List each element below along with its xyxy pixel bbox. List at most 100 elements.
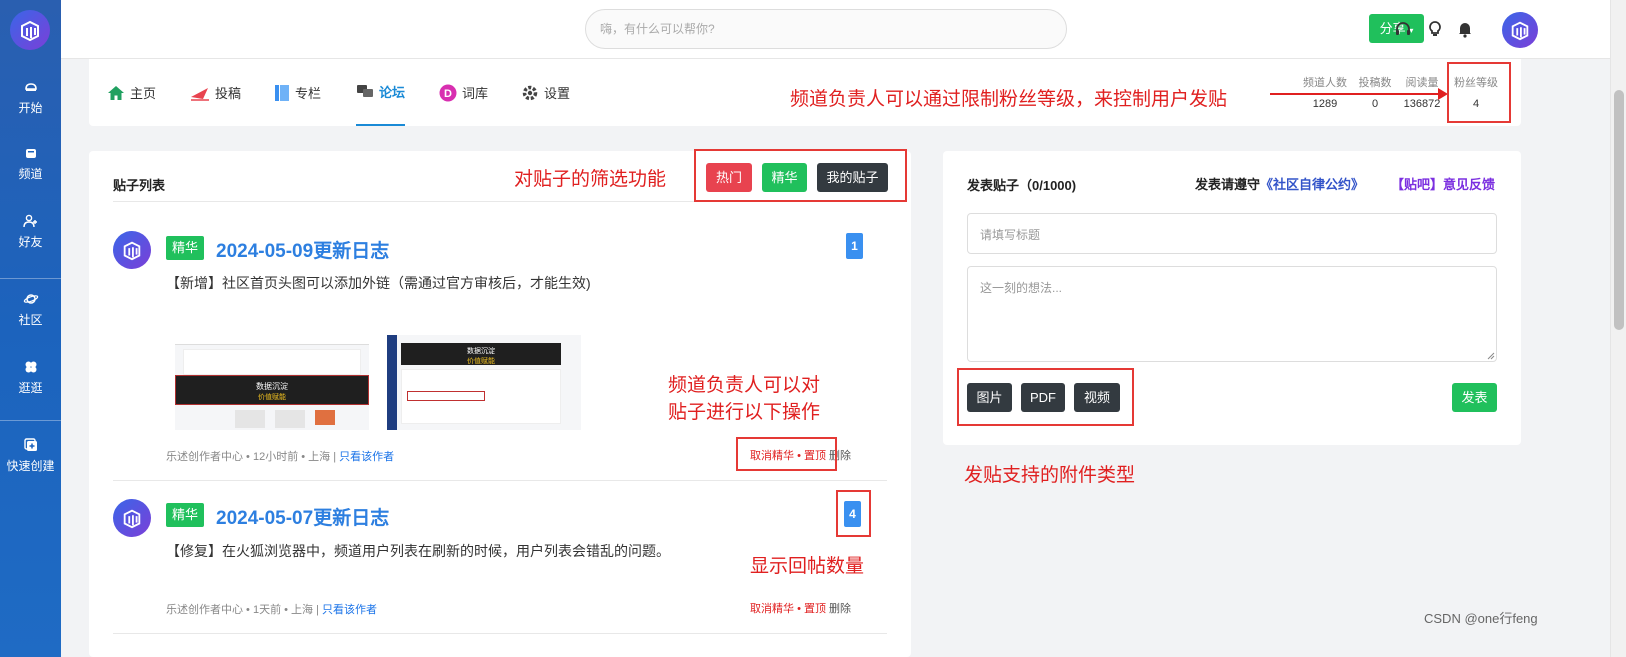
post-content: 【修复】在火狐浏览器中，频道用户列表在刷新的时候，用户列表会错乱的问题。 [166,543,670,559]
forum-icon [357,84,373,97]
post-image[interactable]: 数据沉淀 价值赋能 [175,335,369,430]
gear-icon [522,85,538,100]
sidebar-item-friends[interactable]: 好友 [0,214,61,250]
feedback-link[interactable]: 【贴吧】意见反馈 [1391,174,1495,193]
top-bar: 嗨，有什么可以帮你? 分享 ▾ [61,0,1610,59]
image-banner-sub: 价值赋能 [467,358,495,365]
post-content: 【新增】社区首页头图可以添加外链（需通过官方审核后，才能生效) [166,275,591,291]
tab-label: 设置 [544,86,571,101]
publish-button[interactable]: 发表 [1452,383,1497,412]
post-title[interactable]: 2024-05-09更新日志 [216,236,389,263]
sidebar-item-label: 开始 [18,101,43,115]
annotation-filter: 对贴子的筛选功能 [514,168,667,190]
sidebar-item-label: 社区 [18,313,43,327]
compose-rules: 发表请遵守《社区自律公约》 [1195,174,1364,193]
clover-icon [25,361,36,373]
bell-icon[interactable] [1457,20,1473,38]
post-list-title: 贴子列表 [113,178,166,193]
divider [113,633,887,634]
sidebar-divider [0,420,61,421]
app-logo[interactable] [10,10,50,50]
pin-button[interactable]: 置顶 [804,603,826,615]
tab-label: 主页 [130,86,157,101]
sidebar-item-label: 逛逛 [18,381,43,395]
op-separator: • [797,603,801,615]
lightbulb-icon[interactable] [1427,20,1443,38]
sidebar-item-quick-create[interactable]: 快速创建 [0,438,61,474]
reply-count-badge: 1 [846,233,863,259]
annotation-box-filter [694,149,907,202]
watermark: CSDN @one行feng [1424,611,1538,626]
image-banner-text: 数据沉淀 [467,348,495,355]
rules-link[interactable]: 《社区自律公约》 [1260,177,1364,192]
annotation-box-ops [736,437,837,471]
avatar[interactable] [113,499,151,537]
paper-plane-icon [191,87,209,101]
only-author-link[interactable]: 只看该作者 [322,604,377,616]
only-author-link[interactable]: 只看该作者 [339,451,394,463]
tab-settings[interactable]: 设置 [521,59,570,126]
annotation-reply-count: 显示回帖数量 [750,555,865,577]
book-icon [275,84,289,101]
tab-column[interactable]: 专栏 [274,59,321,126]
sidebar-item-community[interactable]: 社区 [0,292,61,328]
channel-icon [25,149,36,158]
annotation-ops-line: 贴子进行以下操作 [668,401,821,423]
dict-icon: D [439,84,457,101]
sidebar-item-explore[interactable]: 逛逛 [0,360,61,396]
meta-text: 乐述创作者中心 • 1天前 • 上海 | [166,604,319,616]
post-meta: 乐述创作者中心 • 1天前 • 上海 | 只看该作者 [166,601,377,617]
post-meta: 乐述创作者中心 • 12小时前 • 上海 | 只看该作者 [166,448,394,464]
annotation-box-fan-level [1447,62,1511,123]
post-ops: 取消精华 • 置顶 删除 [750,600,851,616]
featured-badge: 精华 [166,503,205,527]
tab-label: 专栏 [295,86,322,101]
svg-text:D: D [444,88,452,100]
sidebar-divider [0,278,61,279]
meta-text: 乐述创作者中心 • 12小时前 • 上海 | [166,451,337,463]
planet-icon [23,294,38,304]
sidebar-item-label: 频道 [18,167,43,181]
annotation-box-attachments [957,368,1134,426]
annotation-attachments: 发贴支持的附件类型 [964,464,1136,486]
compose-title: 发表贴子（0/1000) [967,178,1077,193]
headset-icon[interactable] [1394,20,1412,38]
title-input[interactable]: 请填写标题 [967,213,1497,254]
tab-dictionary[interactable]: D 词库 [439,59,488,126]
unfeature-button[interactable]: 取消精华 [750,603,794,615]
tab-home[interactable]: 主页 [107,59,156,126]
page-scrollbar[interactable] [1610,0,1626,657]
sidebar-item-channel[interactable]: 频道 [0,146,61,182]
annotation-box-reply-count [836,490,871,537]
home-icon [108,85,124,100]
tab-label: 词库 [462,86,489,101]
user-avatar[interactable] [1502,12,1538,48]
tab-forum[interactable]: 论坛 [356,59,406,126]
sidebar-item-start[interactable]: 开始 [0,80,61,116]
post-image[interactable]: 数据沉淀 价值赋能 [387,335,581,430]
sidebar-item-label: 好友 [18,235,43,249]
divider [113,480,887,481]
delete-button[interactable]: 删除 [829,603,851,615]
resize-handle-icon[interactable] [1487,352,1495,360]
scrollbar-thumb[interactable] [1614,90,1624,330]
image-banner-sub: 价值赋能 [258,394,286,401]
post-title[interactable]: 2024-05-07更新日志 [216,503,389,530]
annotation-ops: 频道负责人可以对 贴子进行以下操作 [668,372,820,426]
sidebar-item-label: 快速创建 [6,459,55,473]
search-input[interactable]: 嗨，有什么可以帮你? [585,9,1067,49]
tab-label: 论坛 [379,85,406,100]
annotation-arrow [1270,88,1448,100]
rules-prefix: 发表请遵守 [1195,177,1261,192]
add-icon [23,438,37,451]
sidebar: 开始 频道 好友 社区 逛逛 快速创建 [0,0,61,657]
avatar[interactable] [113,231,151,269]
content-textarea[interactable]: 这一刻的想法... [967,266,1497,362]
image-banner-text: 数据沉淀 [256,382,288,391]
annotation-fan-level: 频道负责人可以通过限制粉丝等级，来控制用户发贴 [790,88,1228,110]
annotation-ops-line: 频道负责人可以对 [668,374,821,396]
tab-submit[interactable]: 投稿 [190,59,241,126]
home-icon [24,83,37,91]
tab-label: 投稿 [215,86,242,101]
friends-icon [22,214,37,228]
